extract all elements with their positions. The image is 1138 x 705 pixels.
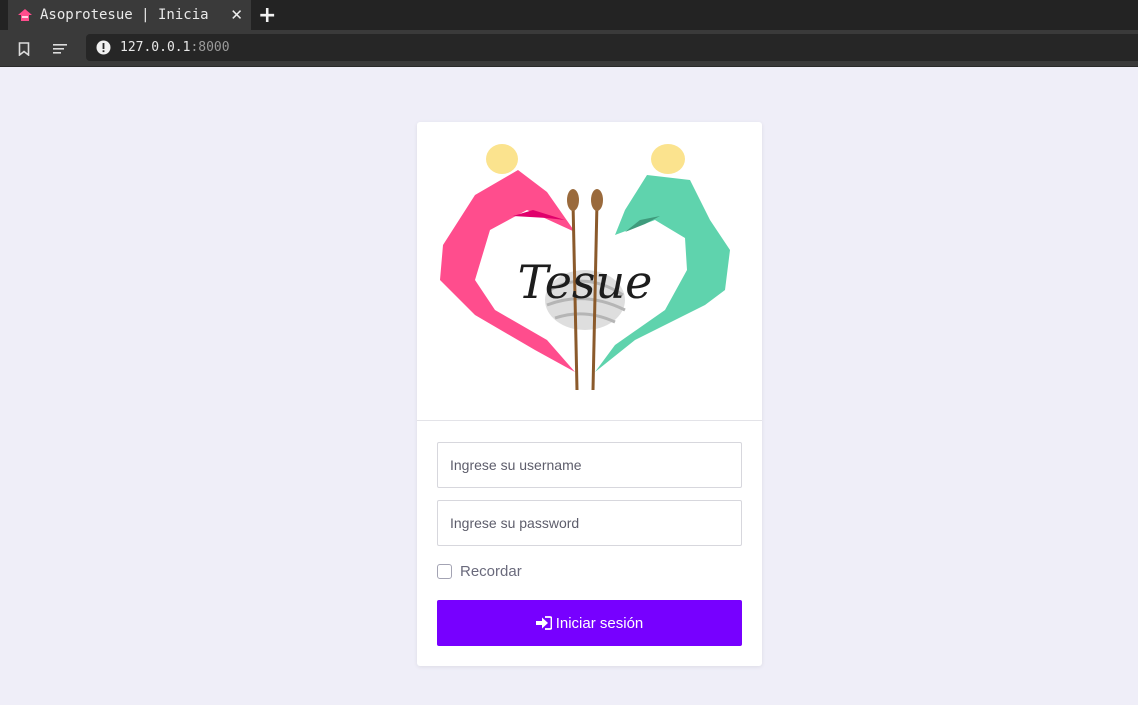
site-info-icon[interactable] xyxy=(96,40,111,55)
bookmark-icon[interactable] xyxy=(14,39,34,59)
reader-view-icon[interactable] xyxy=(50,39,70,59)
remember-checkbox[interactable] xyxy=(437,564,452,579)
login-button[interactable]: Iniciar sesión xyxy=(437,600,742,646)
login-card: Tesue Recordar Iniciar sesión xyxy=(417,122,762,666)
right-head xyxy=(651,144,685,174)
browser-tab[interactable]: Asoprotesue | Inicia ✕ xyxy=(8,0,251,30)
remember-row: Recordar xyxy=(437,563,522,580)
login-button-label: Iniciar sesión xyxy=(555,614,644,632)
address-bar[interactable]: 127.0.0.1:8000 xyxy=(86,34,1138,61)
password-input[interactable] xyxy=(437,500,742,546)
new-tab-icon[interactable]: + xyxy=(258,3,276,28)
url-text: 127.0.0.1:8000 xyxy=(120,40,230,55)
remember-label[interactable]: Recordar xyxy=(460,563,522,580)
browser-tabbar: Asoprotesue | Inicia ✕ + xyxy=(0,0,1138,30)
tab-close-icon[interactable]: ✕ xyxy=(230,6,243,24)
logo-area: Tesue xyxy=(417,122,762,421)
sign-in-icon xyxy=(535,616,552,630)
url-port: :8000 xyxy=(190,40,230,55)
tesue-logo: Tesue xyxy=(440,144,730,391)
left-head xyxy=(486,144,518,174)
username-input[interactable] xyxy=(437,442,742,488)
tab-title: Asoprotesue | Inicia xyxy=(40,7,209,23)
logo-wordmark: Tesue xyxy=(518,255,653,309)
site-favicon-icon xyxy=(17,7,33,23)
url-host: 127.0.0.1 xyxy=(120,40,191,55)
browser-toolbar: 127.0.0.1:8000 xyxy=(0,30,1138,67)
